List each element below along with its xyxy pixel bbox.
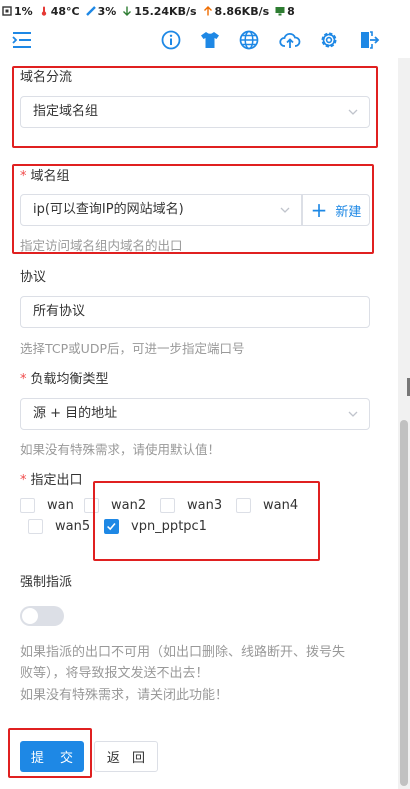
lb-type-label: * 负载均衡类型 bbox=[20, 372, 109, 387]
annotation-box bbox=[8, 728, 92, 778]
switch-knob bbox=[22, 608, 38, 624]
upload-stat: 8.86KB/s bbox=[203, 5, 269, 18]
lb-type-select[interactable]: 源 + 目的地址 bbox=[20, 398, 370, 430]
outlet-label: * 指定出口 bbox=[20, 473, 83, 488]
gear-icon[interactable] bbox=[318, 29, 340, 51]
annotation-box bbox=[93, 481, 320, 561]
temp-stat: 48°C bbox=[39, 5, 80, 18]
globe-icon[interactable] bbox=[238, 29, 260, 51]
required-mark: * bbox=[20, 473, 27, 488]
thermometer-icon bbox=[41, 6, 46, 16]
force-assign-note-3: 如果没有特殊需求，请关闭此功能！ bbox=[20, 688, 229, 703]
cpu-icon bbox=[2, 6, 12, 16]
annotation-box bbox=[12, 66, 378, 148]
monitor-icon bbox=[275, 7, 285, 16]
annotation-box bbox=[12, 164, 374, 254]
toolbar bbox=[0, 22, 410, 58]
checkbox-box[interactable] bbox=[20, 498, 35, 513]
download-stat: 15.24KB/s bbox=[122, 5, 197, 18]
menu-icon[interactable] bbox=[11, 30, 33, 50]
mem-stat: 3% bbox=[85, 5, 116, 18]
status-bar: 1% 48°C 3% 15.24KB/s 8.86KB/s 8 bbox=[0, 0, 410, 22]
protocol-label: 协议 bbox=[20, 270, 47, 285]
outlet-checkbox-wan5[interactable]: wan5 bbox=[28, 519, 90, 534]
tshirt-icon[interactable] bbox=[199, 29, 221, 51]
force-assign-switch[interactable] bbox=[20, 606, 64, 626]
cpu-stat: 1% bbox=[2, 5, 33, 18]
back-button[interactable]: 返 回 bbox=[94, 741, 158, 772]
info-icon[interactable] bbox=[160, 29, 182, 51]
protocol-help: 选择TCP或UDP后，可进一步指定端口号 bbox=[20, 341, 245, 356]
cloud-upload-icon[interactable] bbox=[279, 29, 301, 51]
protocol-select[interactable]: 所有协议 bbox=[20, 296, 370, 328]
arrow-up-icon bbox=[203, 6, 212, 16]
scrollbar-thumb[interactable] bbox=[400, 420, 408, 786]
arrow-down-icon bbox=[123, 6, 132, 16]
outlet-checkbox-wan[interactable]: wan bbox=[20, 498, 74, 513]
network-stat: 8 bbox=[275, 5, 295, 18]
force-assign-note-1: 如果指派的出口不可用（如出口删除、线路断开、拨号失 bbox=[20, 645, 346, 660]
memory-icon bbox=[85, 6, 96, 16]
force-assign-label: 强制指派 bbox=[20, 575, 73, 590]
force-assign-note-2: 败等），将导致报文发送不出去！ bbox=[20, 666, 209, 681]
chevron-down-icon bbox=[348, 411, 358, 417]
required-mark: * bbox=[20, 372, 27, 387]
checkbox-box[interactable] bbox=[28, 519, 43, 534]
lb-type-help: 如果没有特殊需求，请使用默认值！ bbox=[20, 442, 221, 457]
logout-icon[interactable] bbox=[358, 29, 380, 51]
